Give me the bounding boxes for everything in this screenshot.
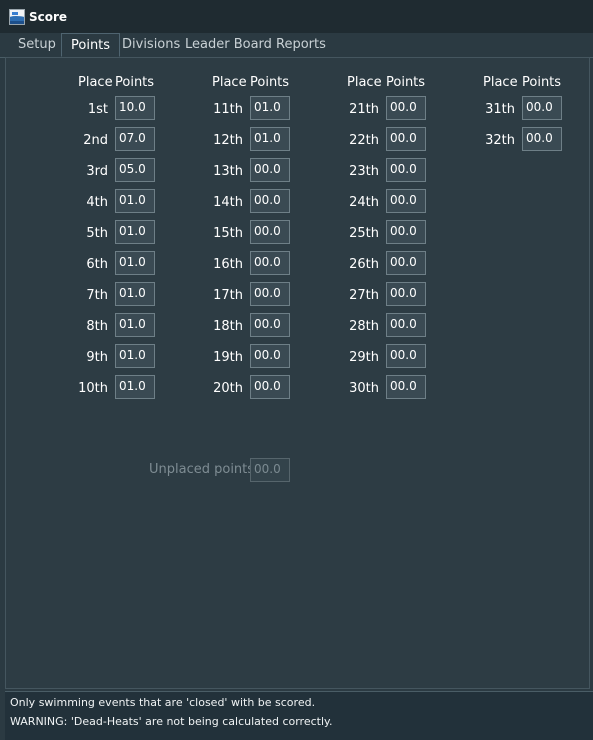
- points-field[interactable]: 01.0: [250, 96, 290, 120]
- points-header: Points: [250, 75, 290, 90]
- place-label: 21th: [349, 102, 379, 117]
- place-label: 16th: [213, 257, 243, 272]
- points-field[interactable]: 00.0: [386, 251, 426, 275]
- place-label: 6th: [86, 257, 108, 272]
- place-label: 27th: [349, 288, 379, 303]
- points-field[interactable]: 00.0: [386, 344, 426, 368]
- points-field[interactable]: 01.0: [115, 313, 155, 337]
- points-field[interactable]: 00.0: [386, 96, 426, 120]
- place-label: 10th: [78, 381, 108, 396]
- points-field[interactable]: 00.0: [250, 220, 290, 244]
- points-field[interactable]: 00.0: [250, 375, 290, 399]
- points-field[interactable]: 07.0: [115, 127, 155, 151]
- tab-divisions[interactable]: Divisions: [122, 37, 180, 52]
- place-label: 17th: [213, 288, 243, 303]
- points-field[interactable]: 00.0: [522, 127, 562, 151]
- place-label: 5th: [86, 226, 108, 241]
- points-field[interactable]: 01.0: [250, 127, 290, 151]
- place-label: 23th: [349, 164, 379, 179]
- place-label: 31th: [485, 102, 515, 117]
- points-field[interactable]: 01.0: [115, 344, 155, 368]
- place-label: 20th: [213, 381, 243, 396]
- place-label: 18th: [213, 319, 243, 334]
- points-field[interactable]: 01.0: [115, 282, 155, 306]
- points-field[interactable]: 00.0: [386, 127, 426, 151]
- place-label: 19th: [213, 350, 243, 365]
- place-header: Place: [212, 75, 247, 90]
- points-field[interactable]: 01.0: [115, 220, 155, 244]
- place-label: 12th: [213, 133, 243, 148]
- status-bar: Only swimming events that are 'closed' w…: [5, 691, 593, 740]
- points-field[interactable]: 00.0: [386, 375, 426, 399]
- points-field[interactable]: 00.0: [250, 158, 290, 182]
- points-field[interactable]: 00.0: [250, 251, 290, 275]
- tab-leader-board[interactable]: Leader Board: [185, 37, 272, 52]
- title-bar: Score: [0, 0, 593, 33]
- place-label: 11th: [213, 102, 243, 117]
- window-title: Score: [29, 9, 68, 24]
- place-label: 14th: [213, 195, 243, 210]
- points-header: Points: [386, 75, 426, 90]
- app-logo-icon: [9, 8, 25, 25]
- place-label: 7th: [86, 288, 108, 303]
- place-label: 26th: [349, 257, 379, 272]
- tab-bar: Setup Points Divisions Leader Board Repo…: [0, 33, 593, 58]
- place-label: 22th: [349, 133, 379, 148]
- points-field[interactable]: 00.0: [386, 220, 426, 244]
- tab-reports[interactable]: Reports: [276, 37, 326, 52]
- points-field[interactable]: 05.0: [115, 158, 155, 182]
- points-field[interactable]: 10.0: [115, 96, 155, 120]
- tab-points[interactable]: Points: [61, 33, 121, 57]
- place-label: 9th: [86, 350, 108, 365]
- place-label: 4th: [86, 195, 108, 210]
- points-field[interactable]: 00.0: [250, 189, 290, 213]
- place-label: 29th: [349, 350, 379, 365]
- unplaced-points-field: 00.0: [250, 458, 290, 482]
- place-label: 13th: [213, 164, 243, 179]
- tab-setup[interactable]: Setup: [18, 37, 56, 52]
- points-field[interactable]: 00.0: [386, 282, 426, 306]
- points-header: Points: [115, 75, 155, 90]
- place-label: 8th: [86, 319, 108, 334]
- status-message: Only swimming events that are 'closed' w…: [10, 696, 316, 709]
- place-header: Place: [347, 75, 382, 90]
- place-label: 24th: [349, 195, 379, 210]
- place-label: 32th: [485, 133, 515, 148]
- place-label: 15th: [213, 226, 243, 241]
- place-header: Place: [78, 75, 113, 90]
- place-label: 25th: [349, 226, 379, 241]
- points-field[interactable]: 00.0: [250, 313, 290, 337]
- points-field[interactable]: 00.0: [386, 158, 426, 182]
- place-label: 3rd: [86, 164, 108, 179]
- points-field[interactable]: 00.0: [386, 189, 426, 213]
- points-field[interactable]: 00.0: [386, 313, 426, 337]
- points-field[interactable]: 01.0: [115, 375, 155, 399]
- points-field[interactable]: 00.0: [522, 96, 562, 120]
- unplaced-points-label: Unplaced points: [149, 462, 255, 477]
- points-field[interactable]: 01.0: [115, 251, 155, 275]
- points-field[interactable]: 00.0: [250, 344, 290, 368]
- place-label: 28th: [349, 319, 379, 334]
- place-label: 30th: [349, 381, 379, 396]
- points-panel: [5, 57, 590, 689]
- place-label: 1st: [87, 102, 108, 117]
- points-header: Points: [522, 75, 562, 90]
- points-field[interactable]: 01.0: [115, 189, 155, 213]
- place-header: Place: [483, 75, 518, 90]
- place-label: 2nd: [83, 133, 108, 148]
- points-field[interactable]: 00.0: [250, 282, 290, 306]
- status-warning: WARNING: 'Dead-Heats' are not being calc…: [10, 715, 333, 728]
